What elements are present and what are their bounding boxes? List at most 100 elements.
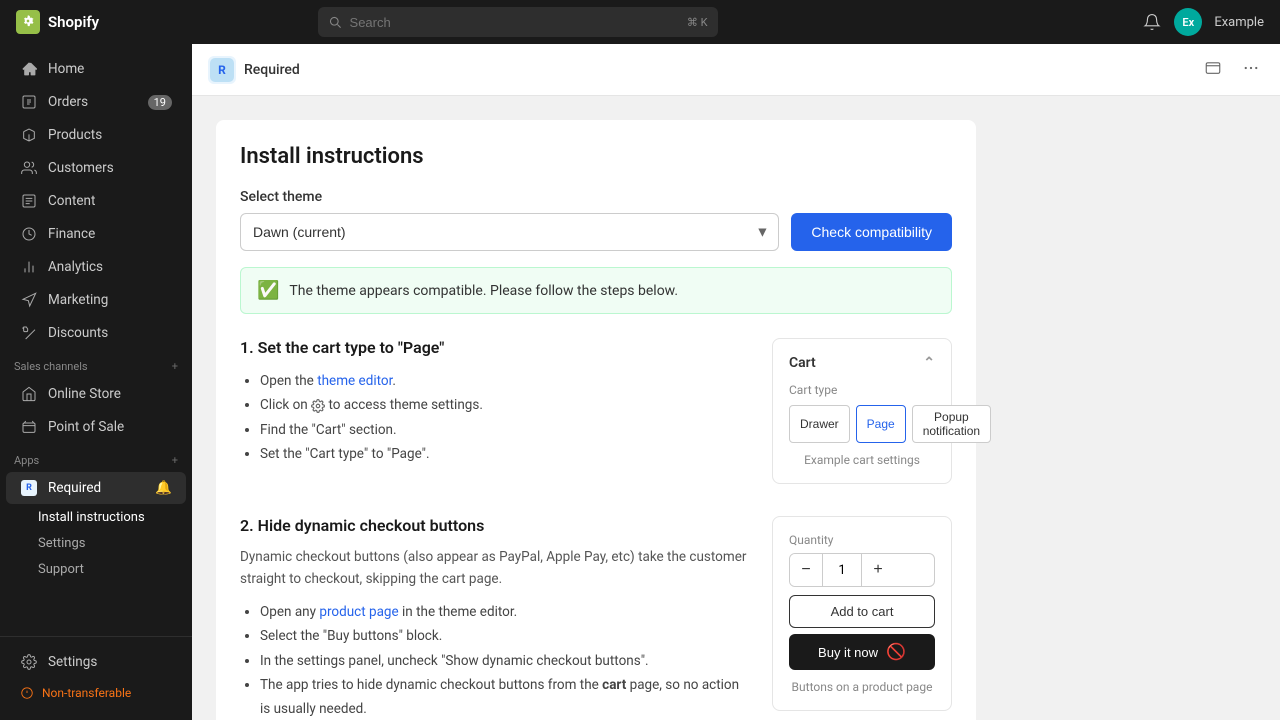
sidebar-item-discounts[interactable]: Discounts	[6, 317, 186, 349]
sidebar-item-customers[interactable]: Customers	[6, 152, 186, 184]
secondary-header-app-name: Required	[244, 62, 300, 78]
sidebar-sub-support[interactable]: Support	[6, 557, 186, 582]
sidebar-sub-install-label: Install instructions	[38, 510, 145, 525]
step-1-content: 1. Set the cart type to "Page" Open the …	[240, 338, 748, 484]
buy-it-now-button[interactable]: Buy it now 🚫	[789, 634, 935, 670]
cart-type-subtitle: Cart type	[789, 383, 935, 397]
finance-icon	[20, 225, 38, 243]
sidebar-item-point-of-sale[interactable]: Point of Sale	[6, 411, 186, 443]
step-2-list: Open any product page in the theme edito…	[240, 600, 748, 720]
cart-settings-collapse-icon[interactable]: ⌃	[923, 355, 935, 371]
username-label: Example	[1214, 15, 1264, 30]
topbar-logo-text: Shopify	[48, 13, 99, 31]
sidebar-item-orders[interactable]: Orders 19	[6, 86, 186, 118]
non-transferable-icon	[20, 686, 34, 700]
search-icon	[328, 15, 342, 29]
more-options-icon[interactable]	[1238, 55, 1264, 85]
sidebar-item-online-store[interactable]: Online Store	[6, 378, 186, 410]
sidebar-sub-support-label: Support	[38, 562, 84, 577]
step-1-image: Cart ⌃ Cart type Drawer Page Popup notif…	[772, 338, 952, 484]
compat-message: The theme appears compatible. Please fol…	[289, 283, 678, 299]
notification-icon[interactable]	[1142, 12, 1162, 32]
product-page-link[interactable]: product page	[319, 604, 398, 620]
search-input[interactable]	[350, 15, 679, 30]
sidebar-sub-install-instructions[interactable]: Install instructions	[6, 505, 186, 530]
check-compatibility-button[interactable]: Check compatibility	[791, 213, 952, 251]
avatar[interactable]: Ex	[1174, 8, 1202, 36]
sidebar-item-online-store-label: Online Store	[48, 386, 121, 402]
cart-type-drawer[interactable]: Drawer	[789, 405, 850, 443]
point-of-sale-icon	[20, 418, 38, 436]
sidebar-item-content-label: Content	[48, 193, 95, 209]
no-circle-icon: 🚫	[886, 642, 906, 662]
settings-icon	[20, 653, 38, 671]
orders-badge: 19	[148, 95, 172, 110]
add-to-cart-button[interactable]: Add to cart	[789, 595, 935, 628]
install-instructions-card: Install instructions Select theme Dawn (…	[216, 120, 976, 720]
sidebar-item-products-label: Products	[48, 127, 102, 143]
preview-icon[interactable]	[1200, 55, 1226, 85]
sidebar: Home Orders 19 Products Customers	[0, 44, 192, 720]
sidebar-item-finance-label: Finance	[48, 226, 95, 242]
sidebar-item-home[interactable]: Home	[6, 53, 186, 85]
app-body: Home Orders 19 Products Customers	[0, 44, 1280, 720]
step-2-content: 2. Hide dynamic checkout buttons Dynamic…	[240, 516, 748, 720]
step-2: 2. Hide dynamic checkout buttons Dynamic…	[240, 516, 952, 720]
customers-icon	[20, 159, 38, 177]
required-app-logo: R	[208, 56, 236, 84]
sales-channels-expand-icon[interactable]: +	[172, 360, 178, 373]
required-app-icon: R	[20, 479, 38, 497]
step-1-list: Open the theme editor. Click on to acces…	[240, 369, 748, 466]
quantity-increase-button[interactable]: +	[862, 554, 894, 586]
sidebar-item-marketing[interactable]: Marketing	[6, 284, 186, 316]
step-2-instruction-4: The app tries to hide dynamic checkout b…	[260, 673, 748, 720]
cart-settings-title: Cart ⌃	[789, 355, 935, 371]
step-2-image: Quantity − 1 + Add to cart Buy it now	[772, 516, 952, 720]
secondary-header-actions	[1200, 55, 1264, 85]
topbar: Shopify ⌘ K Ex Example	[0, 0, 1280, 44]
sidebar-item-pos-label: Point of Sale	[48, 419, 124, 435]
sales-channels-section: Sales channels +	[0, 350, 192, 377]
online-store-icon	[20, 385, 38, 403]
theme-row: Dawn (current) ▼ Check compatibility	[240, 213, 952, 251]
topbar-search-bar[interactable]: ⌘ K	[318, 7, 718, 37]
topbar-right: Ex Example	[1142, 8, 1264, 36]
cart-settings-box: Cart ⌃ Cart type Drawer Page Popup notif…	[772, 338, 952, 484]
select-theme-section: Select theme Dawn (current) ▼ Check comp…	[240, 189, 952, 251]
theme-editor-link[interactable]: theme editor	[317, 373, 392, 389]
analytics-icon	[20, 258, 38, 276]
sidebar-item-finance[interactable]: Finance	[6, 218, 186, 250]
step-1-instruction-1: Open the theme editor.	[260, 369, 748, 393]
theme-select-wrapper: Dawn (current) ▼	[240, 213, 779, 251]
check-circle-icon: ✅	[257, 280, 279, 301]
orders-icon	[20, 93, 38, 111]
sidebar-item-content[interactable]: Content	[6, 185, 186, 217]
theme-select[interactable]: Dawn (current)	[240, 213, 779, 251]
quantity-decrease-button[interactable]: −	[790, 554, 822, 586]
sidebar-item-analytics[interactable]: Analytics	[6, 251, 186, 283]
sidebar-item-products[interactable]: Products	[6, 119, 186, 151]
sidebar-item-customers-label: Customers	[48, 160, 114, 176]
content-icon	[20, 192, 38, 210]
sidebar-sub-settings-label: Settings	[38, 536, 85, 551]
step-2-title: 2. Hide dynamic checkout buttons	[240, 516, 748, 535]
cart-type-popup[interactable]: Popup notification	[912, 405, 991, 443]
sidebar-sub-settings[interactable]: Settings	[6, 531, 186, 556]
step-1-instruction-2: Click on to access theme settings.	[260, 393, 748, 417]
quantity-label: Quantity	[789, 533, 935, 547]
step-2-instruction-3: In the settings panel, uncheck "Show dyn…	[260, 649, 748, 673]
content-scroll: Install instructions Select theme Dawn (…	[192, 96, 1280, 720]
apps-section: Apps +	[0, 444, 192, 471]
sidebar-bottom-settings[interactable]: Settings	[6, 646, 186, 678]
quantity-controls: − 1 +	[789, 553, 935, 587]
select-theme-label: Select theme	[240, 189, 952, 205]
cart-type-page[interactable]: Page	[856, 405, 906, 443]
topbar-logo: Shopify	[16, 10, 99, 34]
main-area: R Required Install instructions Select t…	[192, 44, 1280, 720]
shopify-logo-icon	[16, 10, 40, 34]
buttons-caption: Buttons on a product page	[789, 680, 935, 694]
apps-expand-icon[interactable]: +	[172, 454, 178, 467]
step-2-instruction-1: Open any product page in the theme edito…	[260, 600, 748, 624]
step-1: 1. Set the cart type to "Page" Open the …	[240, 338, 952, 484]
sidebar-item-required[interactable]: R Required 🔔	[6, 472, 186, 504]
